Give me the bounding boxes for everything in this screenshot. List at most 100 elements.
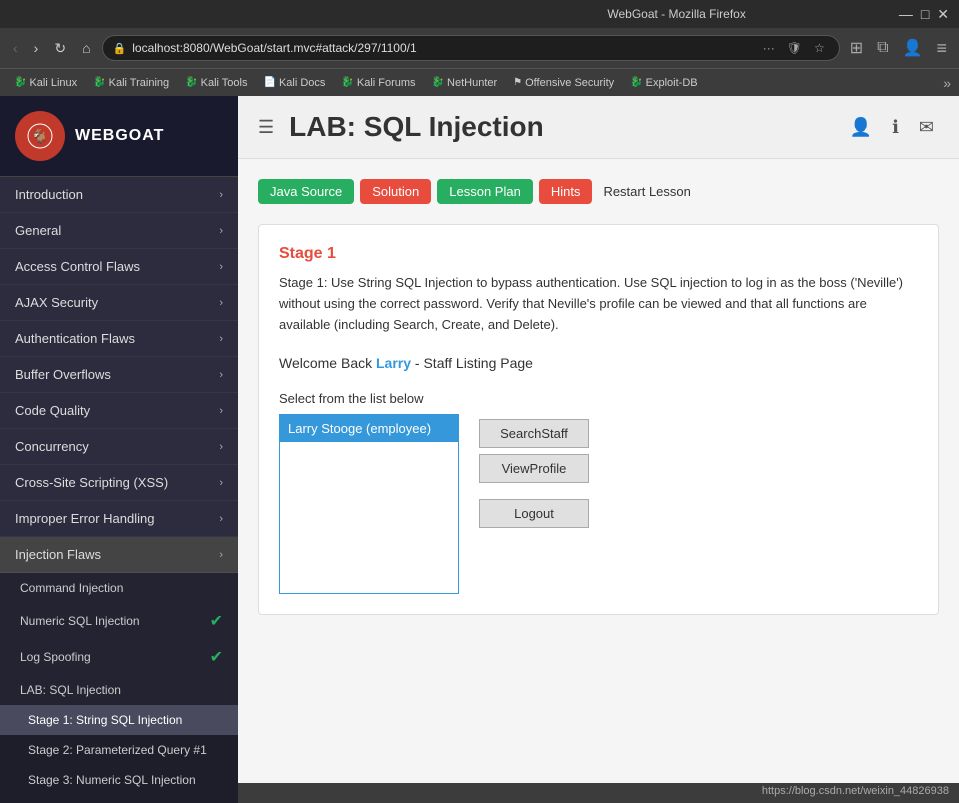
address-input[interactable]: [132, 41, 752, 55]
bookmark-nethunter[interactable]: 🐉 NetHunter: [426, 75, 504, 91]
exploit-db-icon: 🐉: [630, 77, 642, 88]
sidebar-item-access-control[interactable]: Access Control Flaws ›: [0, 249, 238, 285]
sidebar-item-auth-flaws[interactable]: Authentication Flaws ›: [0, 321, 238, 357]
close-button[interactable]: ✕: [937, 6, 949, 23]
kali-training-icon: 🐉: [93, 77, 105, 88]
browser-title: WebGoat - Mozilla Firefox: [454, 7, 898, 21]
sidebar-logo-text: WEBGOAT: [75, 127, 164, 145]
shield-button[interactable]: 🛡: [783, 39, 806, 57]
svg-text:🐐: 🐐: [31, 128, 48, 145]
chevron-right-icon: ›: [219, 369, 223, 381]
home-button[interactable]: ⌂: [77, 37, 95, 59]
bookmarks-bar: 🐉 Kali Linux 🐉 Kali Training 🐉 Kali Tool…: [0, 68, 959, 96]
bookmark-kali-training[interactable]: 🐉 Kali Training: [87, 75, 175, 91]
account-button[interactable]: 👤: [899, 36, 927, 60]
page-title: LAB: SQL Injection: [289, 111, 830, 143]
sidebar-sub-command-injection[interactable]: Command Injection: [0, 573, 238, 603]
status-bar: https://blog.csdn.net/weixin_44826938: [238, 783, 959, 803]
kali-linux-icon: 🐉: [14, 77, 26, 88]
sidebar-item-concurrency[interactable]: Concurrency ›: [0, 429, 238, 465]
java-source-button[interactable]: Java Source: [258, 179, 354, 204]
maximize-button[interactable]: □: [921, 6, 929, 22]
kali-docs-icon: 📄: [264, 77, 276, 88]
solution-button[interactable]: Solution: [360, 179, 431, 204]
chevron-right-icon: ›: [219, 477, 223, 489]
logout-button[interactable]: Logout: [479, 499, 589, 528]
address-bar-actions: ··· 🛡 ☆: [759, 39, 829, 57]
library-button[interactable]: ⊞: [846, 36, 867, 60]
header-icons: 👤 ℹ ✉: [845, 112, 939, 143]
main-content: ☰ LAB: SQL Injection 👤 ℹ ✉ Java Source S…: [238, 96, 959, 803]
kali-tools-icon: 🐉: [185, 77, 197, 88]
bookmark-offensive-security[interactable]: ⚑ Offensive Security: [507, 75, 620, 91]
sidebar-item-injection-flaws[interactable]: Injection Flaws ›: [0, 537, 238, 573]
bookmark-star-button[interactable]: ☆: [810, 39, 829, 57]
more-options-button[interactable]: ···: [759, 39, 779, 57]
sidebar-item-general[interactable]: General ›: [0, 213, 238, 249]
hamburger-button[interactable]: ☰: [258, 117, 274, 138]
refresh-button[interactable]: ↻: [49, 37, 71, 60]
sidebar-sub-log-spoofing[interactable]: Log Spoofing ✔: [0, 639, 238, 675]
completed-check-icon: ✔: [210, 611, 223, 631]
window-controls[interactable]: — □ ✕: [899, 6, 949, 23]
sidebar-sub-stage2[interactable]: Stage 2: Parameterized Query #1: [0, 735, 238, 765]
bookmark-kali-forums[interactable]: 🐉 Kali Forums: [335, 75, 421, 91]
sidebar-item-introduction[interactable]: Introduction ›: [0, 177, 238, 213]
page-header: ☰ LAB: SQL Injection 👤 ℹ ✉: [238, 96, 959, 159]
staff-list: Larry Stooge (employee): [279, 414, 459, 594]
hints-button[interactable]: Hints: [539, 179, 593, 204]
sidebar-item-code-quality[interactable]: Code Quality ›: [0, 393, 238, 429]
back-button[interactable]: ‹: [8, 37, 23, 59]
sidebar-sub-stage4[interactable]: Stage 4: Parameterized Query #2: [0, 795, 238, 803]
synced-tabs-button[interactable]: ⧉: [873, 37, 892, 59]
lock-icon: 🔒: [113, 42, 127, 55]
view-profile-button[interactable]: ViewProfile: [479, 454, 589, 483]
minimize-button[interactable]: —: [899, 6, 913, 22]
stage-title: Stage 1: [279, 245, 918, 263]
sidebar-sub-lab-sql[interactable]: LAB: SQL Injection: [0, 675, 238, 705]
sidebar-item-error-handling[interactable]: Improper Error Handling ›: [0, 501, 238, 537]
stage-description: Stage 1: Use String SQL Injection to byp…: [279, 273, 918, 335]
browser-titlebar: WebGoat - Mozilla Firefox — □ ✕: [0, 0, 959, 28]
info-icon-button[interactable]: ℹ: [887, 112, 904, 143]
search-staff-button[interactable]: SearchStaff: [479, 419, 589, 448]
user-icon-button[interactable]: 👤: [845, 112, 877, 143]
sidebar-sub-stage1[interactable]: Stage 1: String SQL Injection: [0, 705, 238, 735]
select-label: Select from the list below: [279, 391, 918, 406]
menu-button[interactable]: ≡: [932, 36, 951, 61]
sidebar-header: 🐐 WEBGOAT: [0, 96, 238, 177]
bookmark-kali-linux[interactable]: 🐉 Kali Linux: [8, 75, 83, 91]
staff-listbox-item[interactable]: Larry Stooge (employee): [280, 415, 458, 442]
content-body: Java Source Solution Lesson Plan Hints R…: [238, 159, 959, 783]
lesson-card: Stage 1 Stage 1: Use String SQL Injectio…: [258, 224, 939, 615]
sidebar-item-buffer-overflows[interactable]: Buffer Overflows ›: [0, 357, 238, 393]
chevron-down-icon: ›: [219, 549, 223, 561]
nethunter-icon: 🐉: [432, 77, 444, 88]
username-label: Larry: [376, 355, 411, 371]
restart-lesson-button[interactable]: Restart Lesson: [598, 179, 695, 204]
lesson-plan-button[interactable]: Lesson Plan: [437, 179, 533, 204]
sidebar-navigation: Introduction › General › Access Control …: [0, 177, 238, 803]
welcome-section: Welcome Back Larry - Staff Listing Page: [279, 355, 918, 371]
app-container: 🐐 WEBGOAT Introduction › General › Acces…: [0, 96, 959, 803]
action-bar: Java Source Solution Lesson Plan Hints R…: [258, 179, 939, 204]
sidebar-sub-numeric-sql[interactable]: Numeric SQL Injection ✔: [0, 603, 238, 639]
address-bar[interactable]: 🔒 ··· 🛡 ☆: [102, 35, 840, 61]
sidebar-sub-stage3[interactable]: Stage 3: Numeric SQL Injection: [0, 765, 238, 795]
bookmark-kali-tools[interactable]: 🐉 Kali Tools: [179, 75, 253, 91]
staff-listbox[interactable]: Larry Stooge (employee): [279, 414, 459, 594]
sidebar-item-xss[interactable]: Cross-Site Scripting (XSS) ›: [0, 465, 238, 501]
chevron-right-icon: ›: [219, 405, 223, 417]
bookmark-exploit-db[interactable]: 🐉 Exploit-DB: [624, 75, 703, 91]
chevron-right-icon: ›: [219, 513, 223, 525]
mail-icon-button[interactable]: ✉: [914, 112, 939, 143]
webgoat-logo: 🐐: [15, 111, 65, 161]
welcome-text: Welcome Back Larry - Staff Listing Page: [279, 355, 533, 371]
sidebar-item-ajax-security[interactable]: AJAX Security ›: [0, 285, 238, 321]
bookmarks-more-button[interactable]: »: [943, 75, 951, 91]
chevron-right-icon: ›: [219, 189, 223, 201]
chevron-right-icon: ›: [219, 441, 223, 453]
offensive-security-icon: ⚑: [513, 77, 522, 88]
forward-button[interactable]: ›: [29, 37, 44, 59]
bookmark-kali-docs[interactable]: 📄 Kali Docs: [258, 75, 332, 91]
